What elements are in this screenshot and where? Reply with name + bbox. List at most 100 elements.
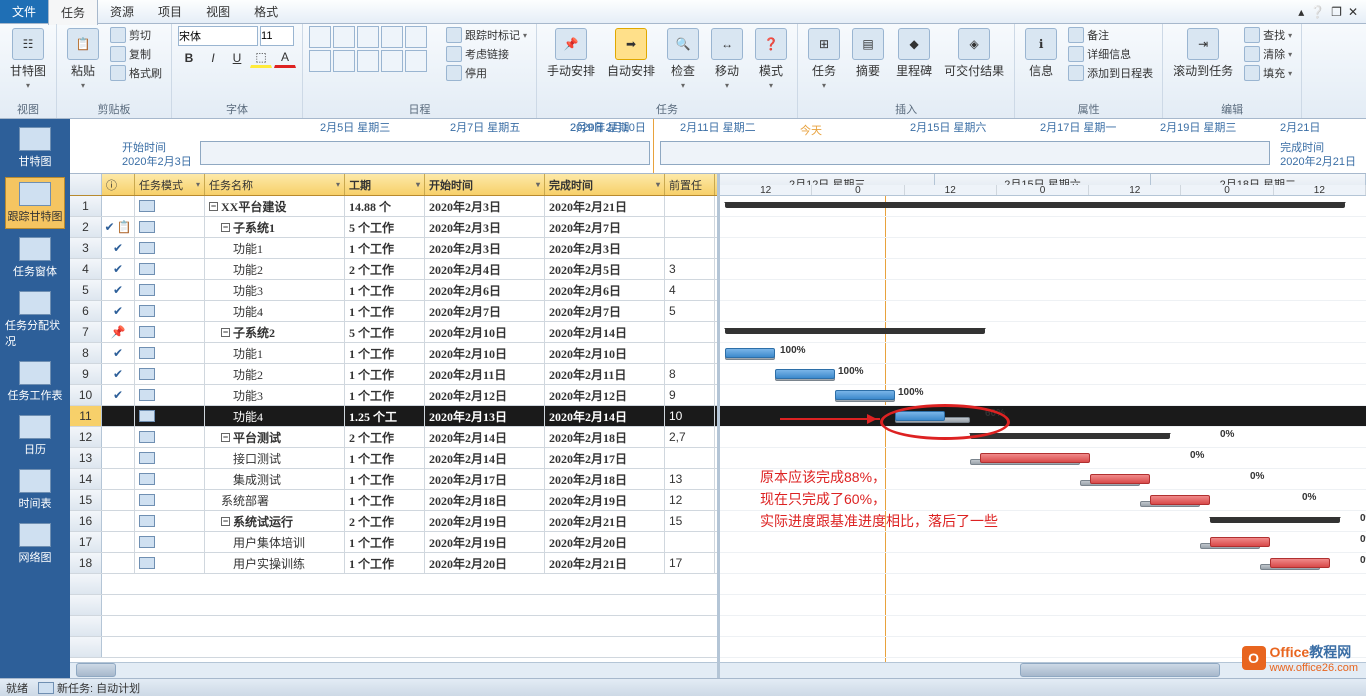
name-cell[interactable]: −系统试运行: [205, 511, 345, 531]
row-number[interactable]: 2: [70, 217, 102, 237]
start-cell[interactable]: 2020年2月10日: [425, 343, 545, 363]
info-cell[interactable]: ✔: [102, 259, 135, 279]
sidebar-item-5[interactable]: 日历: [5, 411, 65, 461]
sidebar-item-4[interactable]: 任务工作表: [5, 357, 65, 407]
name-cell[interactable]: 功能2: [205, 364, 345, 384]
name-cell[interactable]: −子系统1: [205, 217, 345, 237]
italic-button[interactable]: I: [202, 48, 224, 68]
mode-cell[interactable]: [135, 280, 205, 300]
start-cell[interactable]: 2020年2月7日: [425, 301, 545, 321]
sidebar-item-3[interactable]: 任务分配状况: [5, 287, 65, 353]
info-cell[interactable]: [102, 427, 135, 447]
manual-schedule-button[interactable]: 📌手动安排: [543, 26, 599, 81]
mode-cell[interactable]: [135, 532, 205, 552]
pred-cell[interactable]: 15: [665, 511, 715, 531]
duration-cell[interactable]: 1 个工作: [345, 532, 425, 552]
info-cell[interactable]: ✔: [102, 280, 135, 300]
timeline-add-button[interactable]: 添加到日程表: [1065, 64, 1156, 82]
inspect-button[interactable]: 🔍检查▾: [663, 26, 703, 92]
start-cell[interactable]: 2020年2月11日: [425, 364, 545, 384]
start-cell[interactable]: 2020年2月13日: [425, 406, 545, 426]
name-cell[interactable]: 集成测试: [205, 469, 345, 489]
finish-cell[interactable]: 2020年2月12日: [545, 385, 665, 405]
duration-cell[interactable]: 1 个工作: [345, 364, 425, 384]
table-row[interactable]: 2✔📋−子系统15 个工作2020年2月3日2020年2月7日: [70, 217, 717, 238]
duration-cell[interactable]: 5 个工作: [345, 322, 425, 342]
timeline-bar-1[interactable]: [200, 141, 650, 165]
start-cell[interactable]: 2020年2月14日: [425, 448, 545, 468]
auto-schedule-button[interactable]: ➡自动安排: [603, 26, 659, 81]
duration-cell[interactable]: 1 个工作: [345, 490, 425, 510]
table-row[interactable]: 15系统部署1 个工作2020年2月18日2020年2月19日12: [70, 490, 717, 511]
timeline[interactable]: 2月5日 星期三2月7日 星期五2月9日 星期2月11日 星期二2月15日 星期…: [70, 119, 1366, 174]
find-button[interactable]: 查找▾: [1241, 26, 1295, 44]
gantt-row[interactable]: 100%: [720, 385, 1366, 406]
row-number[interactable]: 18: [70, 553, 102, 573]
info-cell[interactable]: [102, 532, 135, 552]
start-cell[interactable]: 2020年2月3日: [425, 238, 545, 258]
mode-cell[interactable]: [135, 259, 205, 279]
gantt-row[interactable]: 0%: [720, 532, 1366, 553]
file-menu[interactable]: 文件: [0, 0, 48, 23]
finish-cell[interactable]: 2020年2月19日: [545, 490, 665, 510]
move-button[interactable]: ↔移动▾: [707, 26, 747, 92]
mode-cell[interactable]: [135, 238, 205, 258]
start-cell[interactable]: 2020年2月6日: [425, 280, 545, 300]
gantt-row[interactable]: 100%: [720, 364, 1366, 385]
pred-cell[interactable]: [665, 238, 715, 258]
indent-button[interactable]: [333, 50, 355, 72]
mode-cell[interactable]: [135, 448, 205, 468]
finish-cell[interactable]: 2020年2月7日: [545, 301, 665, 321]
name-cell[interactable]: −子系统2: [205, 322, 345, 342]
table-row[interactable]: 16−系统试运行2 个工作2020年2月19日2020年2月21日15: [70, 511, 717, 532]
start-cell[interactable]: 2020年2月10日: [425, 322, 545, 342]
row-number[interactable]: 14: [70, 469, 102, 489]
fontcolor-button[interactable]: A: [274, 48, 296, 68]
info-cell[interactable]: [102, 406, 135, 426]
gantt-row[interactable]: [720, 322, 1366, 343]
gantt-row[interactable]: [720, 280, 1366, 301]
mode-cell[interactable]: [135, 364, 205, 384]
name-cell[interactable]: 功能1: [205, 238, 345, 258]
name-cell[interactable]: 用户实操训练: [205, 553, 345, 573]
info-cell[interactable]: [102, 469, 135, 489]
col-pred[interactable]: 前置任: [665, 174, 715, 195]
gantt-row[interactable]: 0%: [720, 553, 1366, 574]
col-duration[interactable]: 工期▾: [345, 174, 425, 195]
mode-button[interactable]: ❓模式▾: [751, 26, 791, 92]
row-number[interactable]: 6: [70, 301, 102, 321]
info-cell[interactable]: ✔: [102, 364, 135, 384]
row-number[interactable]: 12: [70, 427, 102, 447]
start-cell[interactable]: 2020年2月3日: [425, 217, 545, 237]
row-number[interactable]: 15: [70, 490, 102, 510]
duration-cell[interactable]: 2 个工作: [345, 427, 425, 447]
table-row[interactable]: 17用户集体培训1 个工作2020年2月19日2020年2月20日: [70, 532, 717, 553]
minimize-ribbon-icon[interactable]: ▴: [1298, 5, 1304, 19]
duration-cell[interactable]: 5 个工作: [345, 217, 425, 237]
info-cell[interactable]: [102, 490, 135, 510]
task-bar[interactable]: [835, 390, 895, 400]
milestone-button[interactable]: ◆里程碑: [892, 26, 936, 81]
finish-cell[interactable]: 2020年2月14日: [545, 322, 665, 342]
task-button[interactable]: ⊞任务▾: [804, 26, 844, 92]
row-number[interactable]: 9: [70, 364, 102, 384]
finish-cell[interactable]: 2020年2月18日: [545, 469, 665, 489]
name-cell[interactable]: 功能3: [205, 280, 345, 300]
start-cell[interactable]: 2020年2月19日: [425, 511, 545, 531]
col-start[interactable]: 开始时间▾: [425, 174, 545, 195]
mode-cell[interactable]: [135, 406, 205, 426]
duration-cell[interactable]: 1 个工作: [345, 343, 425, 363]
table-row[interactable]: 4✔功能22 个工作2020年2月4日2020年2月5日3: [70, 259, 717, 280]
link-button[interactable]: [357, 50, 379, 72]
task-bar[interactable]: [980, 453, 1090, 463]
sidebar-item-7[interactable]: 网络图: [5, 519, 65, 569]
row-number[interactable]: 10: [70, 385, 102, 405]
info-cell[interactable]: [102, 553, 135, 573]
pct-0-button[interactable]: [309, 26, 331, 48]
pred-cell[interactable]: 10: [665, 406, 715, 426]
info-cell[interactable]: [102, 196, 135, 216]
gantt-row[interactable]: [720, 301, 1366, 322]
sidebar-item-6[interactable]: 时间表: [5, 465, 65, 515]
deliverable-button[interactable]: ◈可交付结果: [940, 26, 1008, 81]
menu-tab-1[interactable]: 资源: [98, 0, 146, 25]
